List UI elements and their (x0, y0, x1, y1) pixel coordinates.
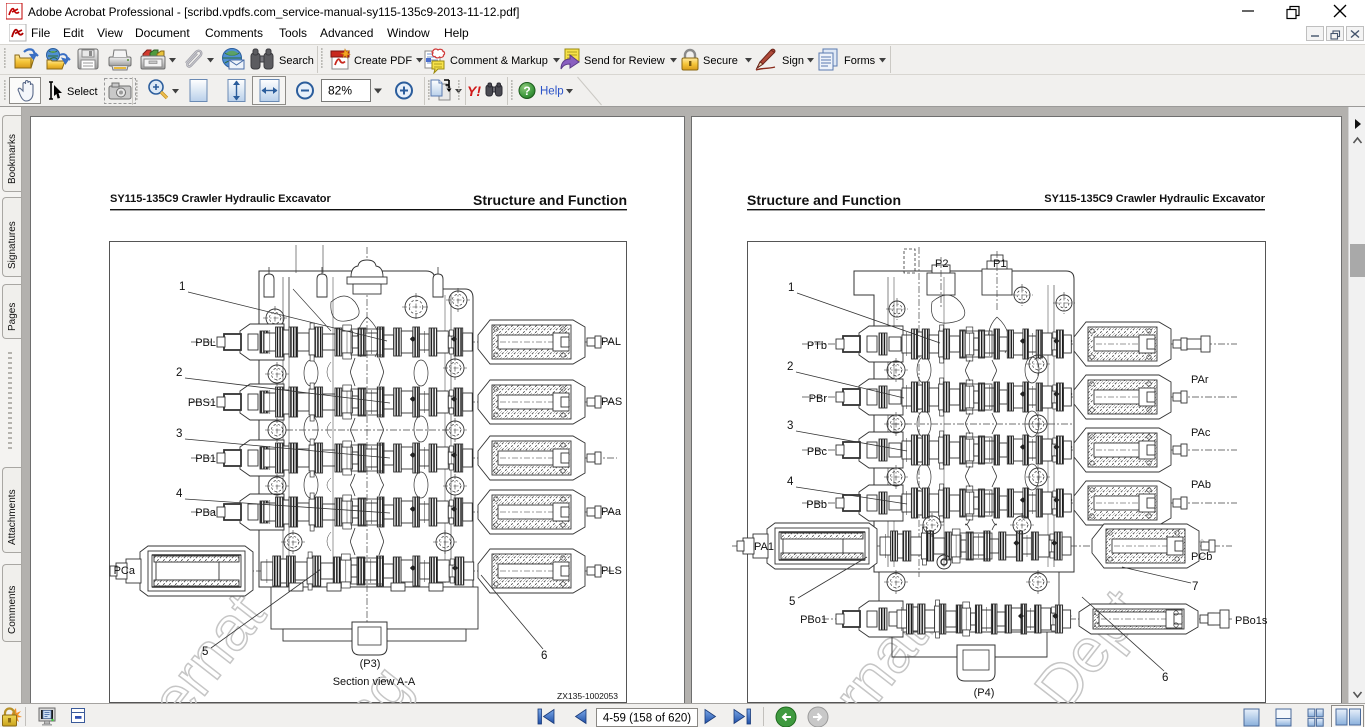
svg-text:4: 4 (176, 488, 183, 500)
svg-text:Structure and Function: Structure and Function (473, 192, 627, 208)
svg-text:(P4): (P4) (974, 687, 995, 699)
svg-text:Help: Help (540, 86, 564, 98)
svg-text:Comment & Markup: Comment & Markup (450, 55, 548, 67)
svg-text:PBo1s: PBo1s (1235, 615, 1268, 627)
svg-text:5: 5 (202, 646, 208, 658)
svg-text:3: 3 (176, 428, 182, 440)
svg-text:3: 3 (787, 420, 793, 432)
svg-text:PBb: PBb (806, 499, 827, 511)
svg-text:PTb: PTb (807, 340, 827, 352)
svg-text:2: 2 (787, 361, 793, 373)
svg-text:Sign: Sign (782, 55, 804, 67)
svg-text:P2: P2 (935, 258, 948, 270)
svg-text:PAL: PAL (601, 336, 621, 348)
svg-text:PAS: PAS (601, 396, 622, 408)
svg-text:Y!: Y! (467, 83, 481, 99)
svg-text:PAb: PAb (1191, 479, 1211, 491)
svg-text:PB1: PB1 (195, 453, 216, 465)
svg-text:4: 4 (787, 476, 794, 488)
svg-text:Select: Select (67, 86, 98, 98)
svg-text:PLS: PLS (601, 565, 622, 577)
svg-text:1: 1 (179, 281, 185, 293)
svg-text:PCa: PCa (114, 565, 136, 577)
svg-text:6: 6 (1162, 672, 1168, 684)
svg-text:Section view A-A: Section view A-A (333, 676, 416, 688)
svg-text:PBr: PBr (809, 393, 828, 405)
svg-text:4-59 (158 of 620): 4-59 (158 of 620) (603, 713, 691, 725)
svg-text:Structure and Function: Structure and Function (747, 192, 901, 208)
svg-text:ZX135-1002053: ZX135-1002053 (557, 691, 618, 701)
svg-text:6: 6 (541, 650, 547, 662)
svg-text:PBc: PBc (807, 446, 828, 458)
svg-text:SY115-135C9 Crawler Hydraulic: SY115-135C9 Crawler Hydraulic Excavator (110, 193, 331, 205)
svg-text:Search: Search (279, 55, 314, 67)
svg-text:P1: P1 (993, 258, 1006, 270)
svg-text:Create PDF: Create PDF (354, 55, 412, 67)
svg-text:nternat: nternat (106, 581, 279, 703)
svg-text:SY115-135C9 Crawler Hydraulic: SY115-135C9 Crawler Hydraulic Excavator (1044, 193, 1265, 205)
svg-text:2: 2 (176, 367, 182, 379)
svg-text:PCb: PCb (1191, 551, 1212, 563)
svg-text:PAc: PAc (1191, 427, 1211, 439)
svg-text:82%: 82% (328, 84, 352, 98)
svg-text:PBa: PBa (195, 507, 217, 519)
svg-text:(P3): (P3) (360, 658, 381, 670)
svg-text:Secure: Secure (703, 55, 738, 67)
svg-text:7: 7 (1192, 581, 1198, 593)
svg-text:PBo1: PBo1 (800, 614, 827, 626)
svg-text:Send for Review: Send for Review (584, 55, 665, 67)
svg-text:1: 1 (788, 282, 794, 294)
svg-text:?: ? (523, 84, 530, 98)
svg-text:5: 5 (789, 596, 795, 608)
svg-text:PBS1: PBS1 (188, 397, 216, 409)
svg-text:Forms: Forms (844, 55, 876, 67)
svg-text:PA1: PA1 (754, 541, 774, 553)
svg-text:PAr: PAr (1191, 374, 1209, 386)
svg-text:PBL: PBL (195, 337, 216, 349)
svg-text:PAa: PAa (601, 506, 622, 518)
